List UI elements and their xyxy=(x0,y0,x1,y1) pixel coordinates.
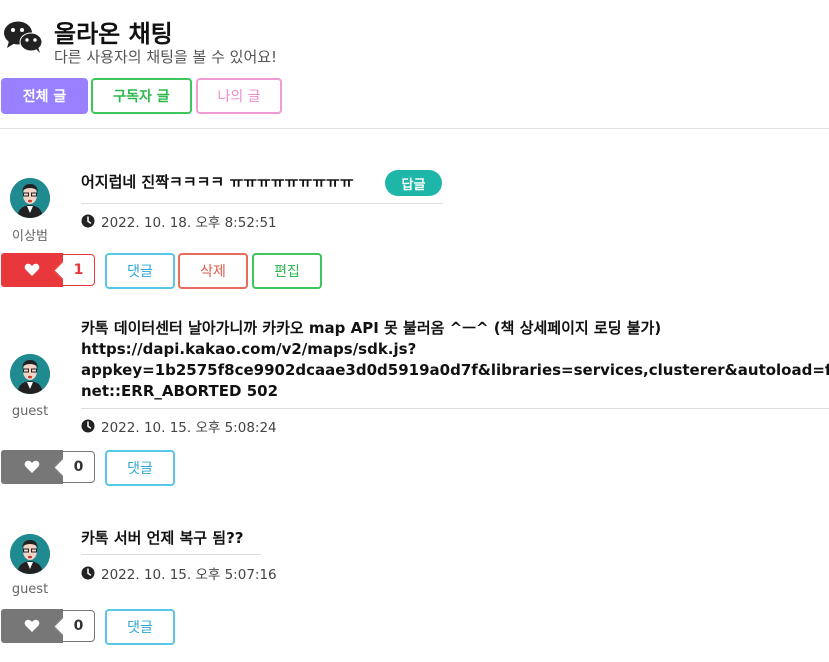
post-divider xyxy=(81,554,261,555)
clock-icon xyxy=(81,214,95,228)
page-title: 올라온 채팅 xyxy=(54,20,173,48)
tab-all-posts[interactable]: 전체 글 xyxy=(1,78,88,114)
post-item: guest 카톡 데이터센터 날아가니까 카카오 map API 못 불러옴 ^… xyxy=(0,316,829,491)
timestamp-text: 2022. 10. 15. 오후 5:08:24 xyxy=(101,420,277,436)
page-subtitle: 다른 사용자의 채팅을 볼 수 있어요! xyxy=(54,48,278,66)
post-timestamp: 2022. 10. 15. 오후 5:07:16 xyxy=(81,563,277,583)
avatar-icon xyxy=(10,178,50,218)
timestamp-text: 2022. 10. 15. 오후 5:07:16 xyxy=(101,567,277,583)
post-content: 카톡 서버 언제 복구 됨?? xyxy=(81,528,244,549)
like-count: 0 xyxy=(62,451,95,483)
tab-subscriber-posts[interactable]: 구독자 글 xyxy=(91,78,192,114)
post-content: 어지럽네 진짝ㅋㅋㅋㅋ ㅠㅠㅠㅠㅠㅠㅠㅠㅠ xyxy=(81,172,354,193)
post-line: appkey=1b2575f8ce9902dcaae3d0d5919a0d7f&… xyxy=(81,361,829,379)
post-timestamp: 2022. 10. 18. 오후 8:52:51 xyxy=(81,211,277,231)
clock-icon xyxy=(81,419,95,433)
post-line: 어지럽네 진짝ㅋㅋㅋㅋ ㅠㅠㅠㅠㅠㅠㅠㅠㅠ xyxy=(81,173,354,191)
post-divider xyxy=(81,408,829,409)
heart-icon xyxy=(24,619,40,632)
post-content: 카톡 데이터센터 날아가니까 카카오 map API 못 불러옴 ^ㅡ^ (책 … xyxy=(81,318,829,402)
like-count: 0 xyxy=(62,610,95,642)
avatar xyxy=(10,354,50,394)
post-line: net::ERR_ABORTED 502 xyxy=(81,382,278,400)
post-item: 이상범 어지럽네 진짝ㅋㅋㅋㅋ ㅠㅠㅠㅠㅠㅠㅠㅠㅠ 답글 2022. 10. 1… xyxy=(0,160,829,295)
reply-button[interactable]: 답글 xyxy=(385,170,442,196)
author-name: 이상범 xyxy=(12,229,48,244)
edit-button[interactable]: 편집 xyxy=(252,253,322,289)
avatar-icon xyxy=(10,354,50,394)
avatar xyxy=(10,178,50,218)
comment-button[interactable]: 댓글 xyxy=(105,253,175,289)
heart-icon xyxy=(24,263,40,276)
avatar xyxy=(10,534,50,574)
author-name: guest xyxy=(11,404,49,419)
like-count: 1 xyxy=(62,254,95,286)
comment-button[interactable]: 댓글 xyxy=(105,450,175,486)
post-divider xyxy=(81,203,443,204)
avatar-icon xyxy=(10,534,50,574)
wechat-icon xyxy=(4,21,43,53)
post-item: guest 카톡 서버 언제 복구 됨?? 2022. 10. 15. 오후 5… xyxy=(0,520,829,650)
timestamp-text: 2022. 10. 18. 오후 8:52:51 xyxy=(101,215,277,231)
heart-icon xyxy=(24,460,40,473)
post-line: 카톡 데이터센터 날아가니까 카카오 map API 못 불러옴 ^ㅡ^ (책 … xyxy=(81,319,662,337)
author-name: guest xyxy=(11,582,49,597)
post-line: https://dapi.kakao.com/v2/maps/sdk.js? xyxy=(81,340,417,358)
post-timestamp: 2022. 10. 15. 오후 5:08:24 xyxy=(81,416,277,436)
comment-button[interactable]: 댓글 xyxy=(105,609,175,645)
page-header: 올라온 채팅 다른 사용자의 채팅을 볼 수 있어요! 전체 글 구독자 글 나… xyxy=(0,0,829,129)
tab-my-posts[interactable]: 나의 글 xyxy=(196,78,282,114)
delete-button[interactable]: 삭제 xyxy=(178,253,248,289)
clock-icon xyxy=(81,566,95,580)
post-line: 카톡 서버 언제 복구 됨?? xyxy=(81,529,244,547)
